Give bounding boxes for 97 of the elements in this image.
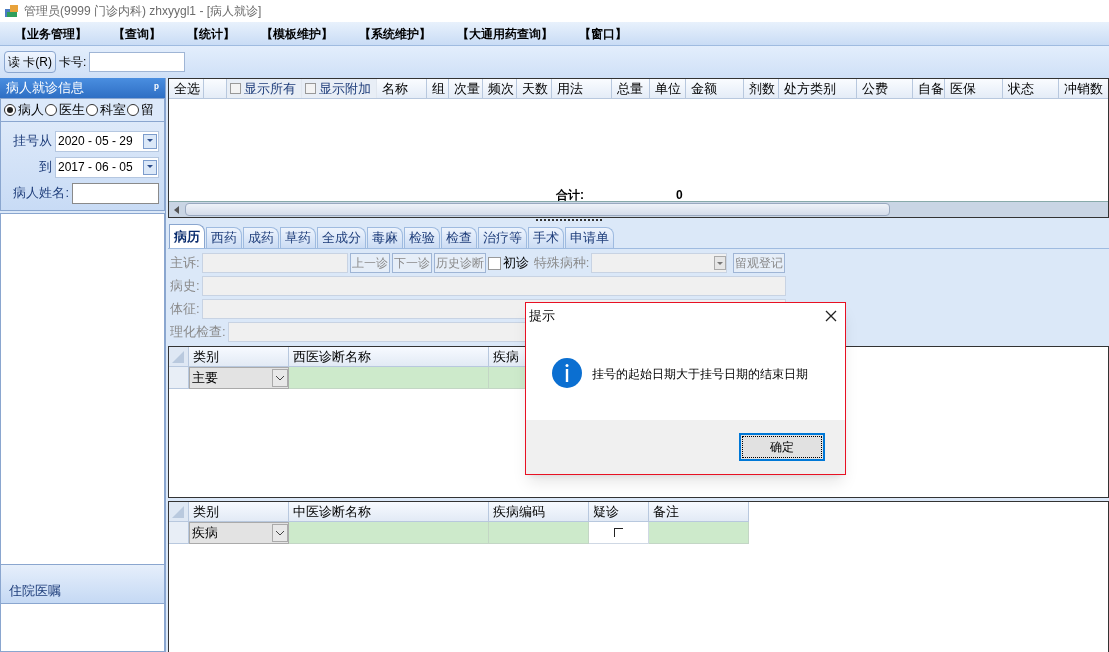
checkbox[interactable] [230,83,241,94]
total-label: 合计: [556,189,584,201]
menu-item[interactable]: 【查询】 [113,24,161,43]
checkbox[interactable] [614,528,623,537]
column-header[interactable]: 剂数 [744,79,779,98]
field-label: 病史: [170,277,200,296]
radio-button[interactable] [4,104,16,116]
menu-item[interactable]: 【模板维护】 [261,24,333,43]
tab[interactable]: 毒麻 [367,227,403,248]
field-label: 特殊病种: [533,254,590,273]
date-picker[interactable]: 2020 - 05 - 29 [55,130,159,152]
table-cell[interactable] [649,522,749,544]
column-header[interactable]: 全选 [169,79,204,98]
field-label: 主诉: [170,254,200,273]
radio-button[interactable] [45,104,57,116]
date-picker[interactable]: 2017 - 06 - 05 [55,156,159,178]
tab[interactable]: 全成分 [317,227,366,248]
column-header[interactable]: 组 [427,79,449,98]
column-header[interactable]: 类别 [189,347,289,367]
radio-label: 科室 [100,101,126,120]
tab[interactable]: 草药 [280,227,316,248]
column-header[interactable]: 次量 [449,79,483,98]
column-header[interactable]: 用法 [552,79,612,98]
dialog-title: 提示 [529,307,555,326]
menu-item[interactable]: 【系统维护】 [359,24,431,43]
field-label: 体征: [170,300,200,319]
total-value: 0 [676,189,683,201]
pin-button[interactable]: ᵖ [154,82,159,94]
category-dropdown[interactable]: 疾病 [189,522,289,544]
app-icon [4,3,20,19]
column-header[interactable]: 冲销数 [1059,79,1108,98]
column-header[interactable]: 金额 [686,79,744,98]
column-header[interactable]: 名称 [377,79,427,98]
radio-button[interactable] [86,104,98,116]
horizontal-scrollbar[interactable] [169,201,1108,217]
table-cell[interactable] [489,522,589,544]
ok-button[interactable]: 确定 [739,433,825,461]
column-header[interactable]: 频次 [483,79,517,98]
radio-label: 医生 [59,101,85,120]
text-field[interactable] [201,276,786,296]
chevron-down-icon[interactable] [272,524,288,542]
radio-label: 留 [141,101,154,120]
column-header[interactable]: 类别 [189,502,289,522]
row-header[interactable] [169,522,189,544]
tab[interactable]: 手术 [528,227,564,248]
column-header[interactable]: 医保 [945,79,1003,98]
patient-name-field[interactable] [72,182,159,204]
menu-item[interactable]: 【大通用药查询】 [457,24,553,43]
card-number-label: 卡号: [59,54,87,71]
patient-name-label: 病人姓名: [12,184,69,203]
column-header[interactable]: 疑诊 [589,502,649,522]
from-label: 挂号从 [12,132,52,151]
tab[interactable]: 检验 [404,227,440,248]
checkbox[interactable] [487,256,501,270]
column-header[interactable]: 总量 [612,79,650,98]
column-header[interactable]: 中医诊断名称 [289,502,489,522]
column-header[interactable]: 公费 [857,79,913,98]
tab[interactable]: 检查 [441,227,477,248]
read-card-button[interactable]: 读 卡(R) [4,51,56,73]
tab[interactable]: 申请单 [565,227,614,248]
info-icon [552,358,582,388]
category-dropdown[interactable]: 主要 [189,367,289,389]
column-header[interactable]: 处方类别 [779,79,857,98]
close-icon[interactable] [825,310,837,322]
field-label: 理化检查: [170,323,226,342]
menu-item[interactable]: 【统计】 [187,24,235,43]
row-header[interactable] [169,367,189,389]
checkbox[interactable] [305,83,316,94]
checkbox-label: 显示所有 [244,79,296,98]
tab[interactable]: 病历 [169,224,205,248]
radio-label: 病人 [18,101,44,120]
checkbox-label: 初诊 [502,254,529,273]
column-header[interactable]: 单位 [650,79,686,98]
text-field[interactable] [201,253,348,273]
checkbox-label: 显示附加 [319,79,371,98]
panel-title: 住院医嘱 [9,581,61,600]
menu-item[interactable]: 【业务管理】 [15,24,87,43]
panel-title: 病人就诊信息 [6,79,84,98]
to-label: 到 [38,158,52,177]
menu-item[interactable]: 【窗口】 [579,24,627,43]
column-header[interactable]: 自备 [913,79,945,98]
table-cell[interactable] [289,522,489,544]
column-header[interactable]: 西医诊断名称 [289,347,489,367]
table-cell[interactable] [289,367,489,389]
column-header[interactable]: 天数 [517,79,552,98]
card-number-field[interactable] [89,52,186,72]
column-header[interactable]: 备注 [649,502,749,522]
window-title: 管理员(9999 门诊内科) zhxyygl1 - [病人就诊] [24,3,262,20]
column-header[interactable]: 疾病编码 [489,502,589,522]
radio-button[interactable] [127,104,139,116]
tab[interactable]: 西药 [206,227,242,248]
dialog-message: 挂号的起始日期大于挂号日期的结束日期 [592,366,808,383]
tab[interactable]: 成药 [243,227,279,248]
tab[interactable]: 治疗等 [478,227,527,248]
column-header[interactable]: 状态 [1003,79,1059,98]
dropdown-field[interactable] [591,253,728,273]
chevron-down-icon[interactable] [272,369,288,387]
